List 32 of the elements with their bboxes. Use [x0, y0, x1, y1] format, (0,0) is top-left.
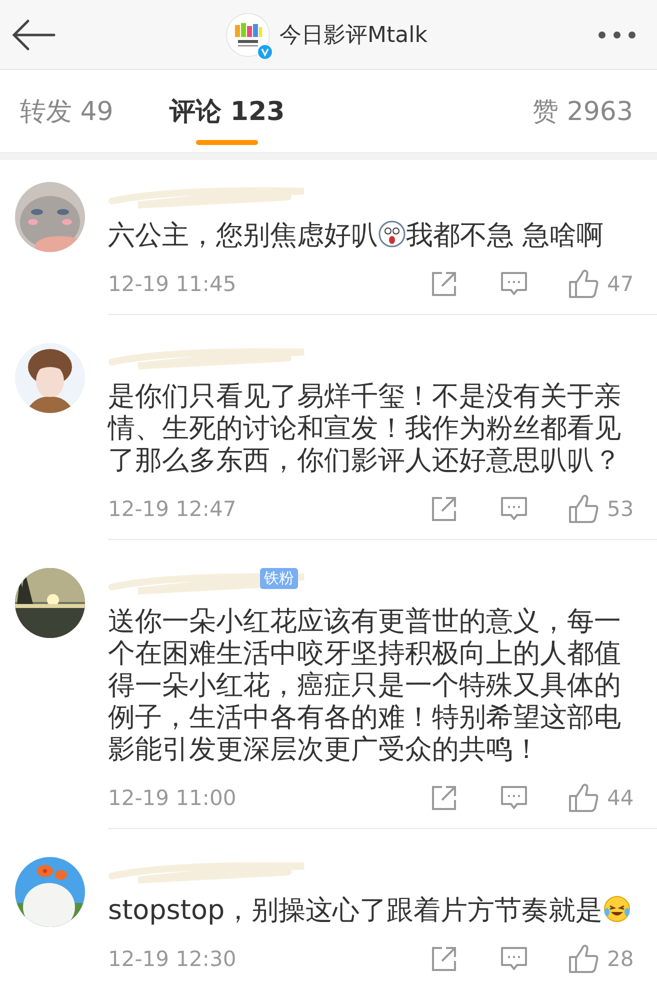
tab[interactable]: 转发 49 [20, 70, 114, 152]
shocked-emoji-icon [378, 220, 406, 248]
like-count: 47 [607, 272, 633, 296]
thumbs-up-icon[interactable] [567, 268, 599, 300]
comment-text: 送你一朵小红花应该有更普世的意义，每一个在困难生活中咬牙坚持积极向上的人都值得一朵小红花，癌症只是一个特殊又具体的例子，生活中各有各的难！特别希望这部电影能引发更深层次更广受众的共鸣！ [108, 606, 621, 765]
timestamp: 12-19 12:30 [108, 947, 238, 971]
share-icon[interactable] [429, 494, 459, 524]
more-icon[interactable] [596, 30, 637, 40]
like-count: 28 [607, 947, 633, 971]
thumbs-up-icon[interactable] [567, 782, 599, 814]
thumbs-up-icon[interactable] [567, 493, 599, 525]
share-icon[interactable] [429, 944, 459, 974]
back-icon[interactable] [10, 18, 56, 52]
comment-text: 六公主，您别焦虑好叭 [108, 220, 378, 251]
tab-underline [196, 140, 258, 145]
timestamp: 12-19 11:45 [108, 272, 238, 296]
fan-badge: 铁粉 [260, 568, 298, 589]
thumbs-up-icon[interactable] [567, 943, 599, 975]
account-name: 今日影评Mtalk [280, 22, 428, 50]
comment-text: stopstop，别操这心了跟着片方节奏就是 [108, 895, 603, 926]
share-icon[interactable] [429, 269, 459, 299]
timestamp: 12-19 11:00 [108, 786, 238, 810]
timestamp: 12-19 12:47 [108, 497, 238, 521]
share-icon[interactable] [429, 783, 459, 813]
tab[interactable]: 赞 2963 [532, 70, 633, 152]
comment-text: 是你们只看见了易烊千玺！不是没有关于亲情、生死的讨论和宣发！我作为粉丝都看见了那么多东西，你们影评人还好意思叭叭？ [108, 381, 621, 476]
laughing-emoji-icon [602, 895, 631, 923]
tab[interactable]: 评论 123 [169, 70, 285, 152]
comment-text: 我都不急 急啥啊 [406, 220, 604, 251]
logo-icon[interactable] [226, 12, 270, 56]
like-count: 53 [607, 497, 633, 521]
like-count: 44 [607, 786, 633, 810]
